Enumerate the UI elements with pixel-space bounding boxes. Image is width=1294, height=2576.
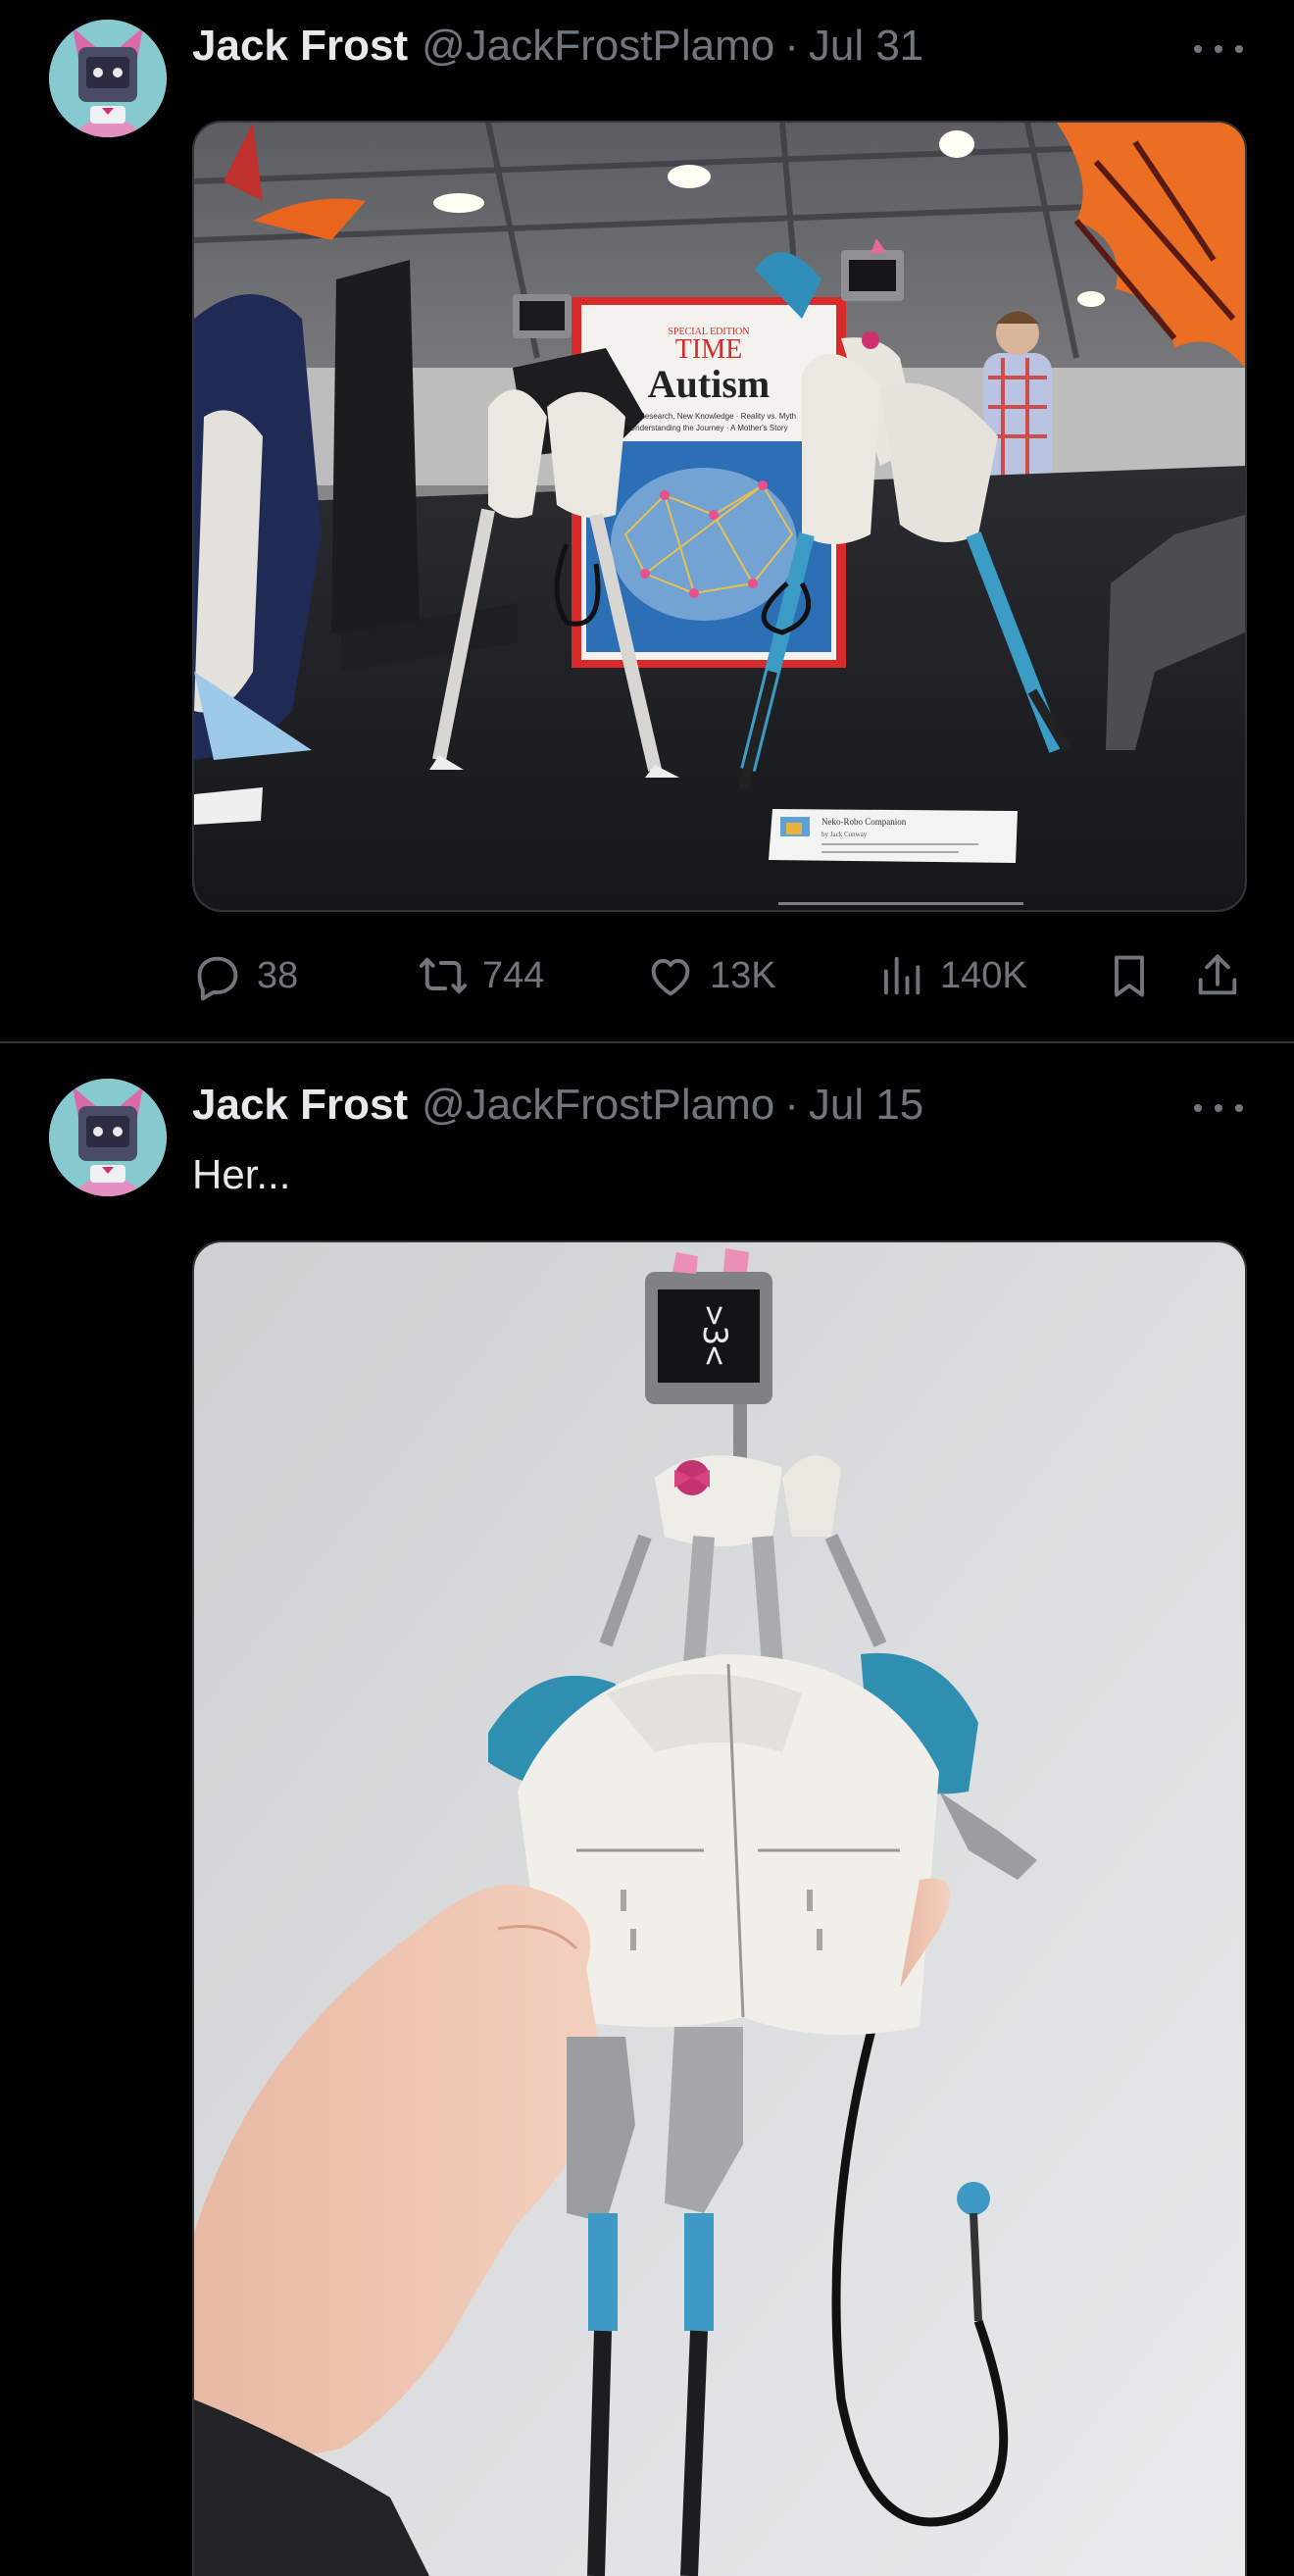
more-icon[interactable] xyxy=(1194,1093,1243,1123)
photo-lego-robots-display: SPECIAL EDITION TIME Autism New Research… xyxy=(194,123,1245,910)
reply-count: 38 xyxy=(257,954,299,996)
tweet[interactable]: Jack Frost @JackFrostPlamo · Jul 31 SPEC… xyxy=(0,0,1294,1043)
display-card-author: by Jack Conway xyxy=(821,831,868,838)
avatar[interactable] xyxy=(49,1079,167,1196)
display-card: Neko-Robo Companion by Jack Conway xyxy=(769,809,1018,863)
repost-icon xyxy=(419,957,468,994)
avatar-robot-cat-icon xyxy=(49,1079,167,1196)
like-icon xyxy=(651,958,690,996)
author-name[interactable]: Jack Frost xyxy=(192,22,408,71)
separator: · xyxy=(784,1081,799,1129)
tweet-media-photo[interactable]: SPECIAL EDITION TIME Autism New Research… xyxy=(192,121,1247,912)
like-button[interactable]: 13K xyxy=(645,946,776,1005)
author-handle[interactable]: @JackFrostPlamo xyxy=(422,22,774,71)
share-button[interactable] xyxy=(1192,946,1243,1005)
tweet-divider xyxy=(0,1041,1294,1043)
author-name[interactable]: Jack Frost xyxy=(192,1081,408,1130)
bookmark-icon xyxy=(1115,955,1144,997)
views-icon xyxy=(883,956,921,995)
reply-button[interactable]: 38 xyxy=(192,946,298,1005)
share-icon xyxy=(1198,954,1237,995)
tweet-text: Her... xyxy=(192,1151,291,1197)
display-card-title: Neko-Robo Companion xyxy=(821,817,907,827)
tweet-date[interactable]: Jul 31 xyxy=(809,22,923,71)
repost-count: 744 xyxy=(482,954,545,996)
tweet-media-photo[interactable]: >3< xyxy=(192,1240,1247,2576)
magazine-headline: Autism xyxy=(648,362,770,406)
like-count: 13K xyxy=(710,954,776,996)
view-count: 140K xyxy=(940,954,1027,996)
avatar[interactable] xyxy=(49,20,167,137)
magazine-subline-1: New Research, New Knowledge · Reality vs… xyxy=(622,412,796,421)
reply-icon xyxy=(197,956,238,1001)
tweet-actions: 38 744 13K 140K xyxy=(192,946,1247,1005)
tweet-header: Jack Frost @JackFrostPlamo · Jul 15 xyxy=(192,1081,923,1136)
more-icon[interactable] xyxy=(1194,34,1243,64)
tweet-header: Jack Frost @JackFrostPlamo · Jul 31 xyxy=(192,22,923,76)
tweet-date[interactable]: Jul 15 xyxy=(809,1081,923,1130)
author-handle[interactable]: @JackFrostPlamo xyxy=(422,1081,774,1130)
photo-hand-holding-robot: >3< xyxy=(194,1242,1245,2576)
tweet[interactable]: Jack Frost @JackFrostPlamo · Jul 15 Her.… xyxy=(0,1045,1294,2576)
separator: · xyxy=(784,22,799,70)
repost-button[interactable]: 744 xyxy=(418,946,544,1005)
avatar-robot-cat-icon xyxy=(49,20,167,137)
robot-face-text: >3< xyxy=(695,1305,734,1365)
views-button[interactable]: 140K xyxy=(875,946,1027,1005)
magazine-subline-2: Understanding the Journey · A Mother's S… xyxy=(629,424,787,432)
magazine-title: TIME xyxy=(675,334,742,365)
bookmark-button[interactable] xyxy=(1104,946,1155,1005)
